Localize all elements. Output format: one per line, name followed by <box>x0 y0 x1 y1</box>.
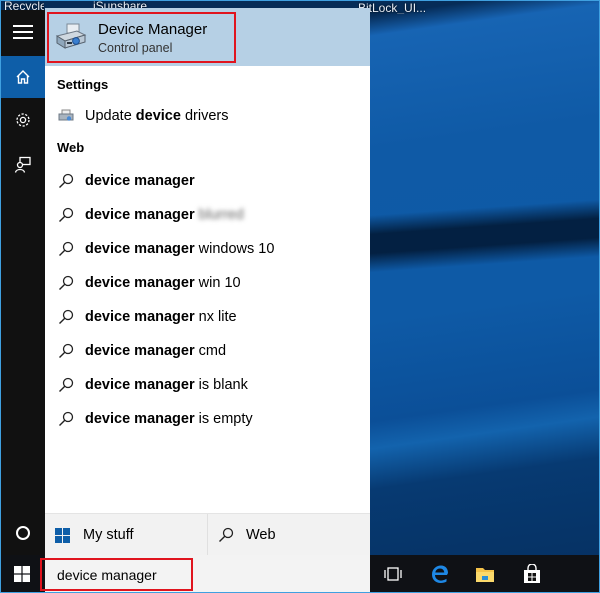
feedback-icon <box>14 156 31 173</box>
search-scope-bar: My stuff Web <box>45 513 370 556</box>
web-suggestion-item[interactable]: device manager nx lite <box>45 300 370 334</box>
web-section-header: Web <box>57 140 85 155</box>
web-suggestion-item[interactable]: device manager windows 10 <box>45 232 370 266</box>
start-left-rail <box>0 10 45 555</box>
settings-button[interactable] <box>0 100 45 140</box>
file-explorer-button[interactable] <box>467 555 503 593</box>
search-icon <box>45 343 85 359</box>
menu-button[interactable] <box>0 12 45 52</box>
store-icon <box>524 564 540 583</box>
search-icon <box>45 411 85 427</box>
settings-item-update-drivers[interactable]: Update device drivers <box>45 99 370 133</box>
web-suggestion-item[interactable]: device manager <box>45 164 370 198</box>
web-suggestion-item[interactable]: device manager is blank <box>45 368 370 402</box>
web-suggestion-label: device manager windows 10 <box>85 241 275 257</box>
web-suggestion-item[interactable]: device manager blurred <box>45 198 370 232</box>
web-suggestion-label: device manager <box>85 173 195 189</box>
edge-icon <box>432 565 448 583</box>
cortana-circle-icon <box>15 526 30 540</box>
web-suggestion-item[interactable]: device manager cmd <box>45 334 370 368</box>
web-suggestion-item[interactable]: device manager is empty <box>45 402 370 436</box>
search-icon <box>45 173 85 189</box>
web-suggestion-label: device manager cmd <box>85 343 227 359</box>
search-icon <box>45 309 85 325</box>
search-results-panel: Device Manager Control panel Settings Up… <box>45 8 370 556</box>
start-button[interactable] <box>4 555 40 593</box>
edge-button[interactable] <box>422 555 458 593</box>
search-icon <box>219 527 234 542</box>
web-suggestion-label: device manager is empty <box>85 411 253 427</box>
task-view-button[interactable] <box>375 555 411 593</box>
settings-printer-icon <box>45 109 85 123</box>
search-icon <box>45 275 85 291</box>
my-stuff-button[interactable]: My stuff <box>55 514 134 556</box>
windows-logo-icon <box>55 527 70 543</box>
hamburger-icon <box>12 25 33 39</box>
web-suggestion-label: device manager is blank <box>85 377 248 393</box>
taskbar: device manager <box>0 555 600 593</box>
scope-divider <box>207 514 208 556</box>
my-stuff-label: My stuff <box>83 527 134 543</box>
web-suggestion-label: device manager nx lite <box>85 309 237 325</box>
search-icon <box>45 377 85 393</box>
web-suggestion-label: device manager win 10 <box>85 275 241 291</box>
settings-section-header: Settings <box>57 77 109 92</box>
home-button[interactable] <box>0 56 45 98</box>
search-icon <box>45 207 85 223</box>
web-suggestion-label: device manager blurred <box>85 207 244 223</box>
web-scope-button[interactable]: Web <box>218 514 276 556</box>
windows-start-icon <box>14 566 30 582</box>
top-result-highlight-box <box>47 12 236 63</box>
task-view-icon <box>384 567 402 581</box>
file-explorer-icon <box>476 567 494 582</box>
home-icon <box>16 70 29 84</box>
web-suggestion-item[interactable]: device manager win 10 <box>45 266 370 300</box>
cortana-button[interactable] <box>0 513 45 553</box>
search-input-highlight-box <box>40 558 193 591</box>
feedback-button[interactable] <box>0 145 45 185</box>
search-icon <box>45 241 85 257</box>
store-button[interactable] <box>514 555 550 593</box>
web-scope-label: Web <box>246 527 276 543</box>
gear-icon <box>15 113 30 127</box>
settings-item-label: Update device drivers <box>85 108 229 124</box>
